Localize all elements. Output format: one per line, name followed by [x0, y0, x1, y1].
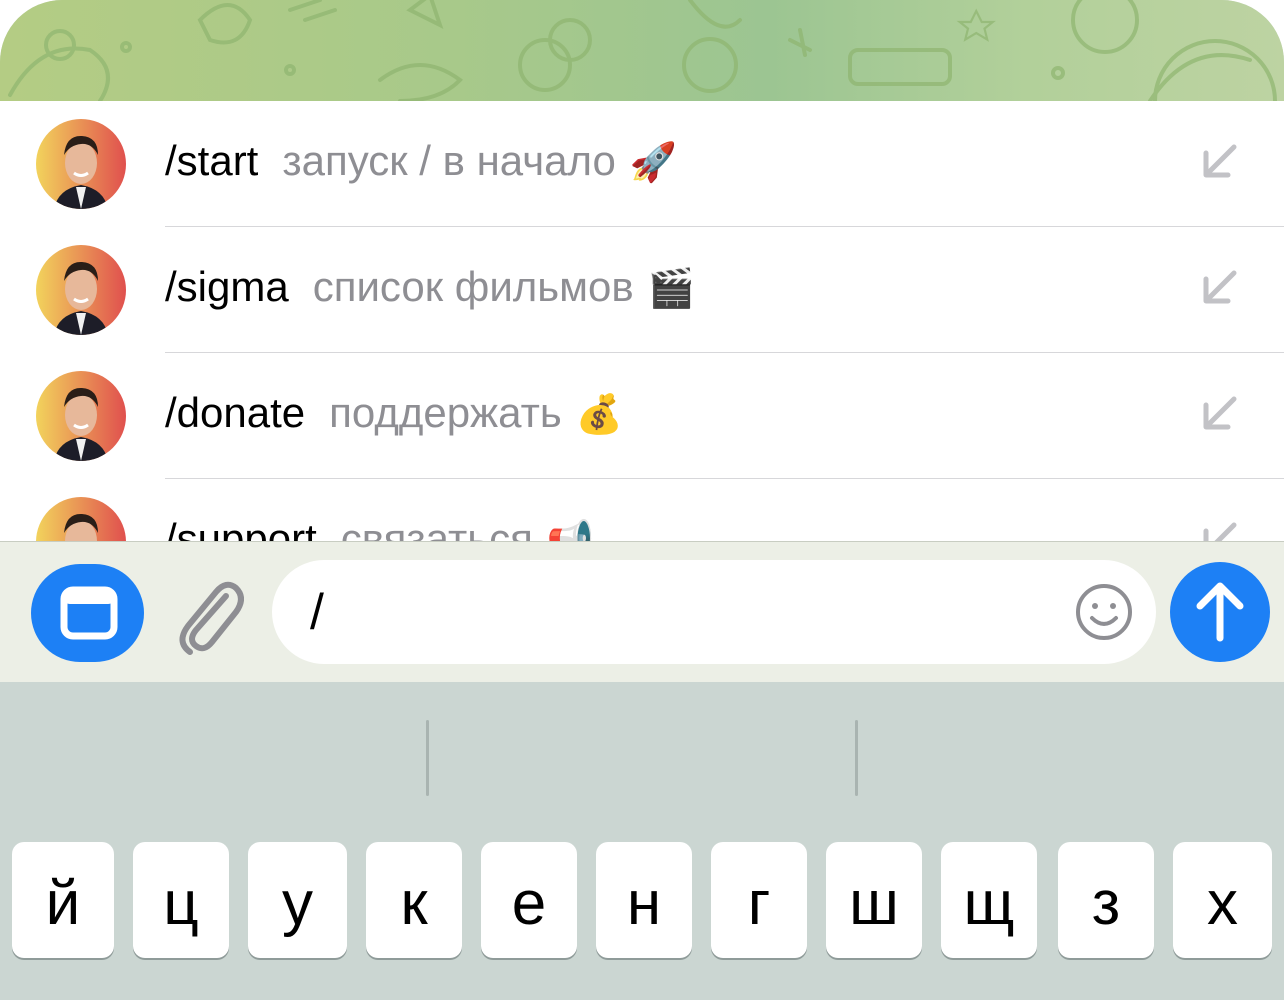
command-name: /support: [165, 515, 317, 541]
key[interactable]: щ: [941, 842, 1037, 958]
key[interactable]: з: [1058, 842, 1154, 958]
chat-wallpaper: [0, 0, 1284, 101]
bot-avatar: [36, 497, 126, 541]
chat-screen: /start запуск / в начало 🚀 /sigma список…: [0, 0, 1284, 1000]
bot-menu-button[interactable]: [31, 564, 144, 662]
key[interactable]: у: [248, 842, 347, 958]
command-name: /sigma: [165, 263, 289, 310]
key[interactable]: х: [1173, 842, 1272, 958]
paperclip-icon[interactable]: [174, 572, 244, 656]
key[interactable]: й: [12, 842, 114, 958]
message-input-bar: /: [0, 541, 1284, 683]
bot-avatar: [36, 119, 126, 209]
command-name: /start: [165, 137, 259, 184]
command-description: список фильмов: [312, 263, 634, 310]
insert-command-arrow-icon[interactable]: [1202, 143, 1238, 179]
clapper-board-icon: 🎬: [647, 268, 696, 310]
message-input-text: /: [310, 584, 324, 640]
key[interactable]: г: [711, 842, 807, 958]
send-button[interactable]: [1170, 562, 1270, 662]
command-row-sigma[interactable]: /sigma список фильмов 🎬: [0, 227, 1284, 353]
command-row-support[interactable]: /support связаться 📢: [0, 479, 1284, 541]
rocket-icon: 🚀: [629, 142, 678, 184]
key[interactable]: ш: [826, 842, 922, 958]
bot-menu-icon: [60, 586, 118, 640]
money-bag-icon: 💰: [575, 394, 624, 436]
insert-command-arrow-icon[interactable]: [1202, 269, 1238, 305]
insert-command-arrow-icon[interactable]: [1202, 521, 1238, 541]
command-row-donate[interactable]: /donate поддержать 💰: [0, 353, 1284, 479]
keyboard: й ц у к е н г ш щ з х: [0, 682, 1284, 1000]
bot-avatar: [36, 245, 126, 335]
arrow-up-icon: [1196, 582, 1244, 642]
message-input[interactable]: /: [272, 560, 1156, 664]
command-description: запуск / в начало: [282, 137, 616, 184]
command-name: /donate: [165, 389, 306, 436]
key[interactable]: ц: [133, 842, 229, 958]
key[interactable]: е: [481, 842, 577, 958]
key[interactable]: н: [596, 842, 692, 958]
suggestion-separator: [855, 720, 858, 796]
insert-command-arrow-icon[interactable]: [1202, 395, 1238, 431]
bot-commands-list: /start запуск / в начало 🚀 /sigma список…: [0, 101, 1284, 541]
key[interactable]: к: [366, 842, 462, 958]
command-row-start[interactable]: /start запуск / в начало 🚀: [0, 101, 1284, 227]
command-description: поддержать: [329, 389, 562, 436]
smiley-icon[interactable]: [1074, 582, 1134, 642]
bot-avatar: [36, 371, 126, 461]
megaphone-icon: 📢: [546, 520, 595, 541]
command-description: связаться: [340, 515, 533, 541]
suggestion-separator: [426, 720, 429, 796]
